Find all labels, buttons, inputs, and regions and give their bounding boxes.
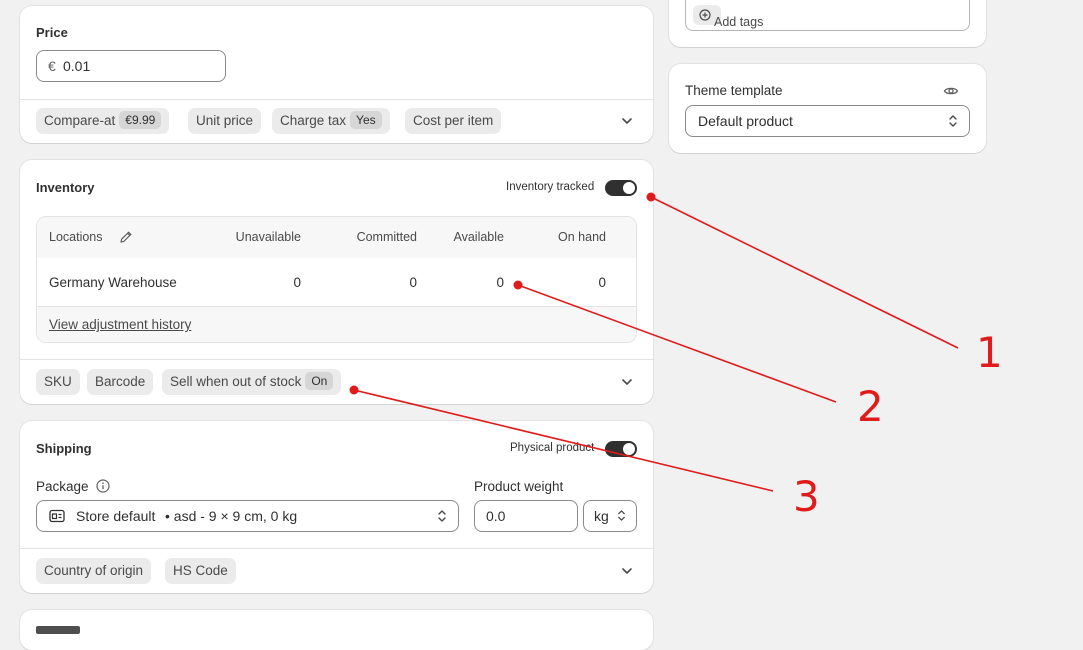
inventory-table-header: Locations Unavailable Committed Availabl… xyxy=(37,217,636,259)
charge-tax-label: Charge tax xyxy=(280,113,347,128)
header-on-hand: On hand xyxy=(558,230,606,244)
select-arrows-icon xyxy=(618,510,625,521)
theme-template-select[interactable]: Default product xyxy=(685,105,970,137)
header-unavailable: Unavailable xyxy=(235,230,301,244)
charge-tax-chip[interactable]: Charge tax Yes xyxy=(272,108,390,134)
select-arrows-icon xyxy=(949,115,957,127)
hs-code-chip[interactable]: HS Code xyxy=(165,558,236,584)
adjustment-history-row: View adjustment history xyxy=(37,307,636,342)
charge-tax-badge: Yes xyxy=(350,111,382,129)
compare-at-chip[interactable]: Compare-at €9.99 xyxy=(36,108,170,134)
header-locations: Locations xyxy=(49,230,103,244)
price-divider xyxy=(20,99,653,100)
annotation-label-1: 1 xyxy=(976,328,1003,377)
physical-product-toggle[interactable] xyxy=(605,441,637,457)
view-adjustment-history-link[interactable]: View adjustment history xyxy=(49,317,191,332)
product-weight-value: 0.0 xyxy=(486,508,506,524)
tags-input[interactable]: Add tags xyxy=(685,0,970,31)
shipping-title: Shipping xyxy=(36,441,92,456)
weight-unit-value: kg xyxy=(594,508,609,524)
info-icon[interactable] xyxy=(96,479,110,493)
header-committed: Committed xyxy=(356,230,417,244)
package-select[interactable]: Store default • asd - 9 × 9 cm, 0 kg xyxy=(36,500,459,532)
barcode-chip[interactable]: Barcode xyxy=(87,369,154,395)
select-arrows-icon xyxy=(438,510,446,522)
unit-price-chip[interactable]: Unit price xyxy=(188,108,262,134)
compare-at-badge: €9.99 xyxy=(119,111,162,129)
theme-template-value: Default product xyxy=(698,113,793,129)
sell-when-out-of-stock-chip[interactable]: Sell when out of stock On xyxy=(162,369,342,395)
chevron-down-icon[interactable] xyxy=(620,564,634,578)
weight-unit-select[interactable]: kg xyxy=(583,500,637,532)
tags-card: Add tags xyxy=(669,0,986,47)
table-row: Germany Warehouse 0 0 0 0 xyxy=(37,258,636,307)
package-label: Package xyxy=(36,479,89,494)
theme-template-title: Theme template xyxy=(685,83,783,98)
row-committed: 0 xyxy=(409,275,417,290)
add-tags-label: Add tags xyxy=(714,15,764,29)
country-of-origin-chip[interactable]: Country of origin xyxy=(36,558,152,584)
next-card xyxy=(20,610,653,650)
physical-product-label: Physical product xyxy=(510,442,595,454)
currency-symbol: € xyxy=(48,58,56,74)
row-available[interactable]: 0 xyxy=(496,275,504,290)
price-title: Price xyxy=(36,25,68,40)
plus-circle-icon xyxy=(699,9,711,21)
theme-template-card: Theme template Default product xyxy=(669,64,986,153)
sell-oos-badge: On xyxy=(305,372,334,390)
row-unavailable: 0 xyxy=(293,275,301,290)
shipping-divider xyxy=(20,548,653,549)
pencil-icon[interactable] xyxy=(119,230,133,244)
price-value: 0.01 xyxy=(63,58,91,74)
sku-chip[interactable]: SKU xyxy=(36,369,80,395)
annotation-label-2: 2 xyxy=(857,382,884,431)
sell-oos-label: Sell when out of stock xyxy=(170,374,302,389)
inventory-tracked-label: Inventory tracked xyxy=(506,181,595,193)
compare-at-label: Compare-at xyxy=(44,113,116,128)
inventory-divider xyxy=(20,359,653,360)
inventory-table: Locations Unavailable Committed Availabl… xyxy=(36,216,637,343)
package-name: Store default xyxy=(76,508,156,524)
price-card: Price € 0.01 Compare-at €9.99 Unit price … xyxy=(20,6,653,143)
package-detail: • asd - 9 × 9 cm, 0 kg xyxy=(165,508,298,524)
inventory-tracked-toggle[interactable] xyxy=(605,180,637,196)
row-location: Germany Warehouse xyxy=(49,275,177,290)
product-weight-input[interactable]: 0.0 xyxy=(474,500,578,532)
inventory-card: Inventory Inventory tracked Locations Un… xyxy=(20,160,653,404)
row-on-hand: 0 xyxy=(598,275,606,290)
annotation-line-1 xyxy=(650,196,959,349)
inventory-title: Inventory xyxy=(36,180,95,195)
price-input[interactable]: € 0.01 xyxy=(36,50,226,82)
eye-icon[interactable] xyxy=(943,83,959,99)
annotation-label-3: 3 xyxy=(793,472,820,521)
add-tags-button[interactable]: Add tags xyxy=(693,5,763,29)
next-card-title-fragment xyxy=(36,626,80,634)
header-available: Available xyxy=(453,230,504,244)
chevron-down-icon[interactable] xyxy=(620,114,634,128)
shipping-card: Shipping Physical product Package Store … xyxy=(20,421,653,593)
cost-per-item-chip[interactable]: Cost per item xyxy=(405,108,502,134)
package-icon xyxy=(49,509,65,523)
chevron-down-icon[interactable] xyxy=(620,375,634,389)
product-weight-label: Product weight xyxy=(474,479,564,494)
